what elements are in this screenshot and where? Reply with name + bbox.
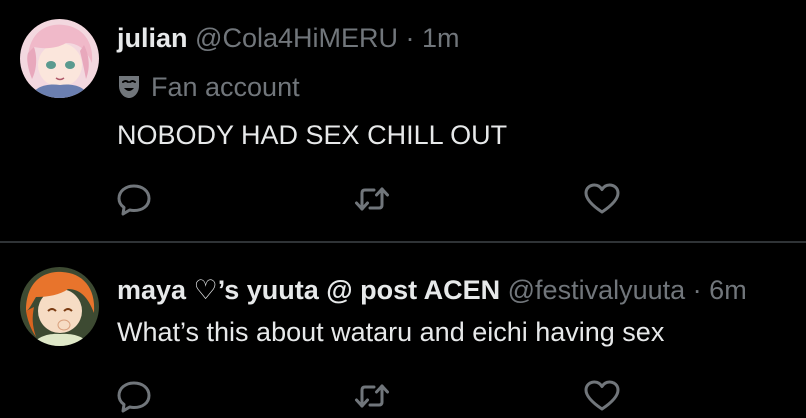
separator-dot: · (692, 275, 702, 305)
like-icon[interactable] (582, 376, 622, 416)
reply-icon[interactable] (114, 376, 154, 416)
user-handle[interactable]: @Cola4HiMERU (195, 23, 398, 53)
mask-icon (117, 74, 141, 108)
display-name[interactable]: maya ♡’s yuuta @ post ACEN (117, 275, 500, 305)
post-text: What’s this about wataru and eichi havin… (117, 317, 665, 347)
fan-account-label: Fan account (117, 70, 300, 108)
post-julian[interactable]: julian @Cola4HiMERU · 1m Fan account NOB… (0, 0, 806, 242)
timestamp[interactable]: 1m (422, 23, 460, 53)
like-icon[interactable] (582, 179, 622, 219)
retweet-icon[interactable] (352, 376, 392, 416)
post-maya[interactable]: maya ♡’s yuuta @ post ACEN @festivalyuut… (0, 243, 806, 418)
timestamp[interactable]: 6m (709, 275, 747, 305)
avatar[interactable] (20, 19, 99, 98)
retweet-icon[interactable] (352, 179, 392, 219)
user-handle[interactable]: @festivalyuuta (508, 275, 686, 305)
avatar[interactable] (20, 267, 99, 346)
post-text: NOBODY HAD SEX CHILL OUT (117, 120, 508, 150)
post-header: julian @Cola4HiMERU · 1m (117, 21, 460, 55)
action-bar (0, 376, 806, 416)
separator-dot: · (405, 23, 415, 53)
post-header: maya ♡’s yuuta @ post ACEN @festivalyuut… (117, 273, 747, 307)
display-name[interactable]: julian (117, 23, 188, 53)
reply-icon[interactable] (114, 179, 154, 219)
badge-label: Fan account (151, 72, 300, 102)
action-bar (0, 179, 806, 219)
